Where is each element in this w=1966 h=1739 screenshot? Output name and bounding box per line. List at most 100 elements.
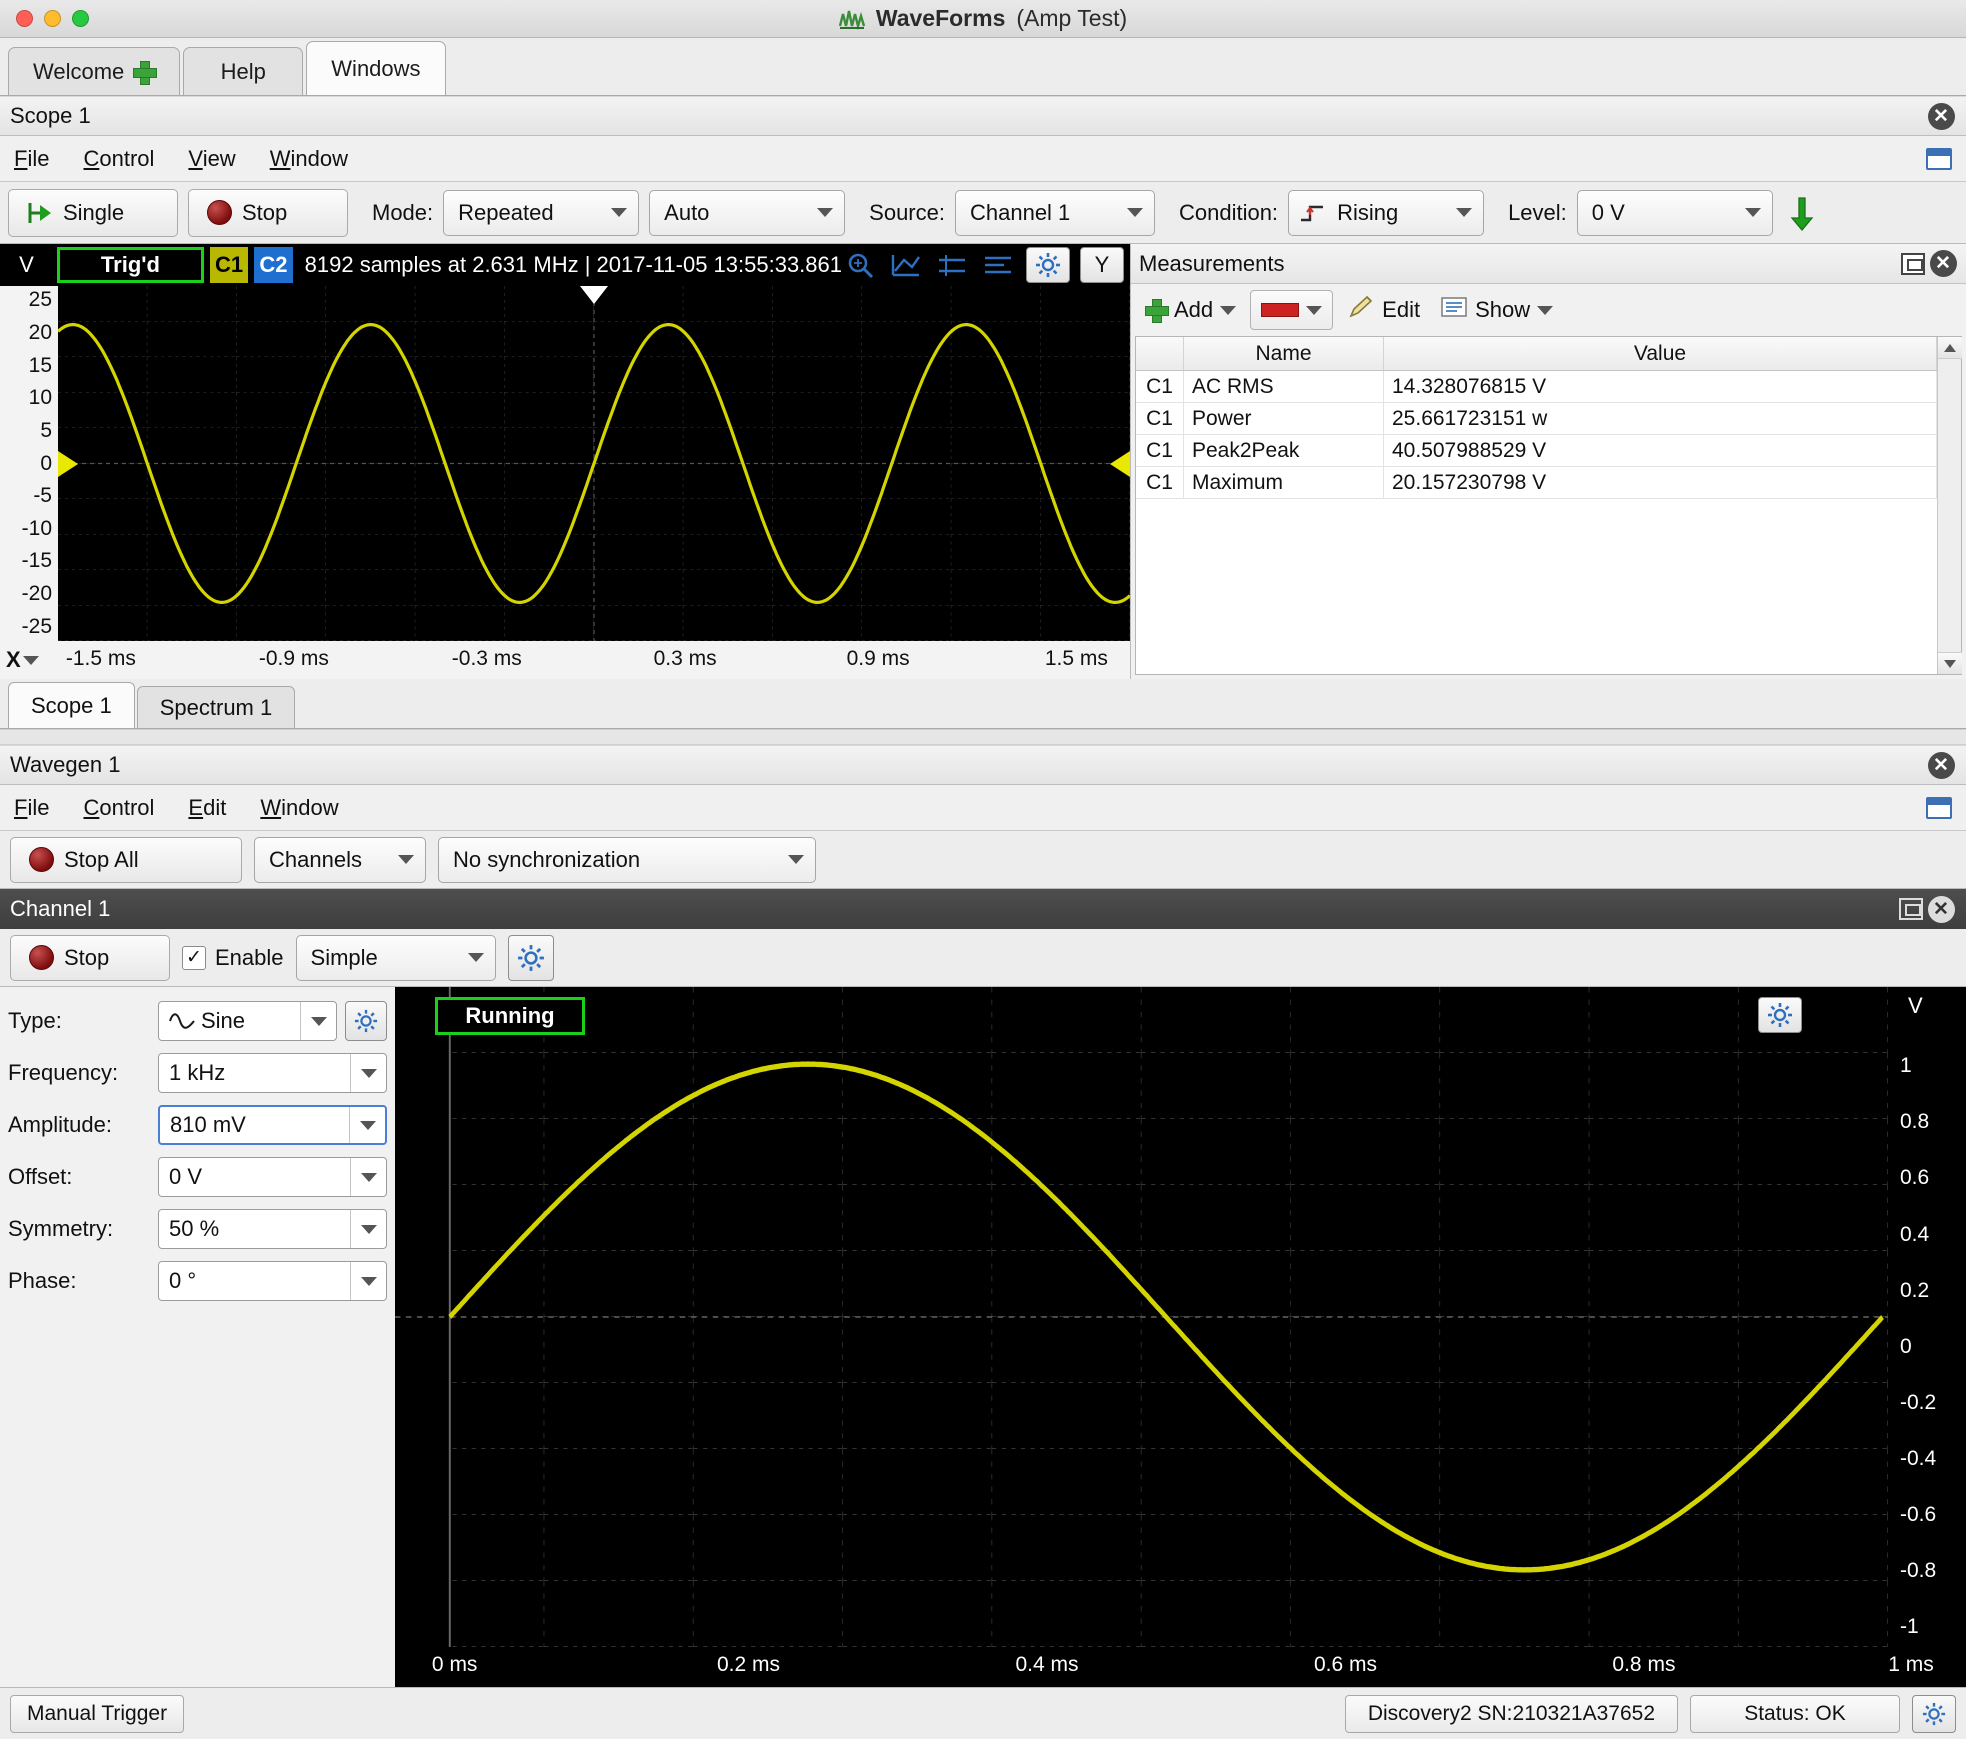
wavegen-menu-window[interactable]: Window bbox=[260, 795, 338, 821]
scope-dock-icon[interactable] bbox=[1926, 147, 1952, 170]
wavegen-preview-canvas[interactable]: Running bbox=[395, 987, 1888, 1647]
wavegen-field-input[interactable]: 0 ° bbox=[158, 1261, 387, 1301]
wavegen-field-input[interactable]: 1 kHz bbox=[158, 1053, 387, 1093]
wavegen-dock-icon[interactable] bbox=[1926, 796, 1952, 819]
chevron-down-icon[interactable] bbox=[350, 1262, 386, 1300]
manual-trigger-button[interactable]: Manual Trigger bbox=[10, 1694, 185, 1733]
wavegen-field-input[interactable]: Sine bbox=[158, 1001, 337, 1041]
wavegen-field-input[interactable]: 810 mV bbox=[158, 1105, 387, 1145]
single-button[interactable]: Single bbox=[8, 188, 178, 237]
wavegen-field-label: Frequency: bbox=[8, 1060, 119, 1085]
show-measurement-label: Show bbox=[1475, 297, 1531, 322]
table-row[interactable]: C1 Peak2Peak 40.507988529 V bbox=[1136, 435, 1937, 467]
stop-all-button[interactable]: Stop All bbox=[10, 836, 242, 883]
measurements-close-button[interactable]: ✕ bbox=[1928, 249, 1958, 279]
wavegen-menu-control[interactable]: Control bbox=[83, 795, 154, 821]
x-axis-button[interactable]: X bbox=[0, 641, 58, 679]
zoom-icon[interactable] bbox=[842, 248, 878, 282]
level-input[interactable]: 0 V bbox=[1576, 189, 1773, 236]
tab-welcome[interactable]: Welcome bbox=[8, 47, 181, 95]
measure-icon[interactable] bbox=[888, 248, 924, 282]
stop-button[interactable]: Stop bbox=[188, 188, 348, 237]
synchronization-select[interactable]: No synchronization bbox=[438, 836, 816, 883]
wavegen-preview-gear-icon[interactable] bbox=[1758, 997, 1802, 1033]
wavegen-menu-edit[interactable]: Edit bbox=[188, 795, 226, 821]
scope-menu-window[interactable]: Window bbox=[270, 146, 348, 172]
wavegen-type-settings-gear-icon[interactable] bbox=[345, 1001, 387, 1041]
y-axis-button[interactable]: Y bbox=[1080, 247, 1124, 283]
cursor-icon[interactable] bbox=[934, 248, 970, 282]
trigger-position-marker[interactable] bbox=[580, 286, 608, 304]
plus-icon[interactable] bbox=[133, 60, 158, 85]
condition-select[interactable]: Rising bbox=[1288, 189, 1485, 236]
measurements-header: Measurements ✕ bbox=[1131, 244, 1966, 284]
scroll-down-icon[interactable] bbox=[1938, 652, 1962, 674]
tab-windows-label: Windows bbox=[331, 55, 421, 81]
scope-menu-view[interactable]: View bbox=[188, 146, 235, 172]
channel-settings-gear-icon[interactable] bbox=[507, 934, 554, 981]
level-down-arrow-icon[interactable] bbox=[1789, 196, 1815, 231]
bottom-tab-spectrum1[interactable]: Spectrum 1 bbox=[136, 686, 296, 728]
device-info-field[interactable]: Discovery2 SN:210321A37652 bbox=[1344, 1694, 1678, 1733]
wavegen-menu-bar: File Control Edit Window bbox=[0, 785, 1966, 831]
wavegen-channel-undock-button[interactable] bbox=[1896, 894, 1926, 924]
scope-plot-canvas[interactable] bbox=[58, 286, 1130, 641]
wavegen-field-input[interactable]: 50 % bbox=[158, 1209, 387, 1249]
panel-divider[interactable] bbox=[0, 729, 1966, 745]
channel1-badge[interactable]: C1 bbox=[209, 247, 249, 283]
waveforms-app-window: WaveForms (Amp Test) Welcome Help Window… bbox=[0, 0, 1966, 1739]
scope-menu-control[interactable]: Control bbox=[83, 146, 154, 172]
sine-icon bbox=[169, 1011, 195, 1031]
scope-plot-header: V Trig'd C1 C2 8192 samples at 2.631 MHz… bbox=[0, 244, 1130, 286]
table-row[interactable]: C1 Power 25.661723151 w bbox=[1136, 403, 1937, 435]
channel2-badge[interactable]: C2 bbox=[254, 247, 293, 283]
channel-stop-button[interactable]: Stop bbox=[10, 934, 170, 981]
chevron-down-icon[interactable] bbox=[350, 1054, 386, 1092]
mode-select[interactable]: Repeated bbox=[443, 189, 640, 236]
row-name: Power bbox=[1184, 403, 1384, 434]
wavegen-field-value: 0 V bbox=[169, 1164, 203, 1189]
table-row[interactable]: C1 AC RMS 14.328076815 V bbox=[1136, 371, 1937, 403]
channel1-offset-marker-right[interactable] bbox=[1110, 450, 1130, 477]
add-measurement-button[interactable]: Add bbox=[1139, 290, 1242, 330]
wavegen-field-control: Sine bbox=[158, 1001, 387, 1041]
source-select[interactable]: Channel 1 bbox=[954, 189, 1155, 236]
trigger-mode-select[interactable]: Auto bbox=[649, 189, 846, 236]
measurements-scrollbar[interactable] bbox=[1937, 337, 1962, 674]
window-title: WaveForms (Amp Test) bbox=[0, 5, 1966, 32]
table-row[interactable]: C1 Maximum 20.157230798 V bbox=[1136, 467, 1937, 499]
wavegen-menu-file[interactable]: File bbox=[14, 795, 49, 821]
status-field[interactable]: Status: OK bbox=[1690, 1694, 1900, 1733]
measurements-undock-button[interactable] bbox=[1898, 249, 1928, 279]
tab-windows[interactable]: Windows bbox=[306, 41, 446, 95]
wavegen-menu-control-rest: ontrol bbox=[99, 794, 155, 820]
device-info-label: Discovery2 SN:210321A37652 bbox=[1367, 1701, 1655, 1725]
wavegen-channel-close-button[interactable]: ✕ bbox=[1926, 894, 1956, 924]
chevron-down-icon[interactable] bbox=[349, 1107, 385, 1143]
bottom-tab-scope1[interactable]: Scope 1 bbox=[8, 682, 135, 728]
wavegen-field-input[interactable]: 0 V bbox=[158, 1157, 387, 1197]
chevron-down-icon[interactable] bbox=[300, 1002, 336, 1040]
chevron-down-icon[interactable] bbox=[350, 1210, 386, 1248]
status-settings-gear-icon[interactable] bbox=[1912, 1694, 1956, 1733]
show-measurement-button[interactable]: Show bbox=[1434, 290, 1559, 330]
wavegen-panel-close-button[interactable]: ✕ bbox=[1926, 750, 1956, 780]
channel1-offset-marker-left[interactable] bbox=[58, 450, 78, 477]
scroll-up-icon[interactable] bbox=[1938, 337, 1962, 359]
levels-icon[interactable] bbox=[980, 248, 1016, 282]
wavegen-y-tick: 1 bbox=[1900, 1054, 1912, 1078]
scope-v-unit-label: V bbox=[0, 252, 54, 278]
scope-settings-gear-icon[interactable] bbox=[1026, 247, 1070, 283]
channel-enable-checkbox[interactable]: ✓ Enable bbox=[182, 945, 284, 971]
scope-menu-file[interactable]: File bbox=[14, 146, 49, 172]
main-tab-strip: Welcome Help Windows bbox=[0, 38, 1966, 96]
scope-panel-close-button[interactable]: ✕ bbox=[1926, 101, 1956, 131]
chevron-down-icon[interactable] bbox=[350, 1158, 386, 1196]
channel-mode-select[interactable]: Simple bbox=[295, 934, 496, 981]
channels-select[interactable]: Channels bbox=[254, 836, 426, 883]
edit-measurement-button[interactable]: Edit bbox=[1341, 290, 1426, 330]
tab-help[interactable]: Help bbox=[183, 47, 304, 95]
scope-y-tick: -25 bbox=[21, 614, 52, 638]
remove-measurement-button[interactable] bbox=[1250, 290, 1334, 330]
scope-menu-bar: File Control View Window bbox=[0, 136, 1966, 182]
